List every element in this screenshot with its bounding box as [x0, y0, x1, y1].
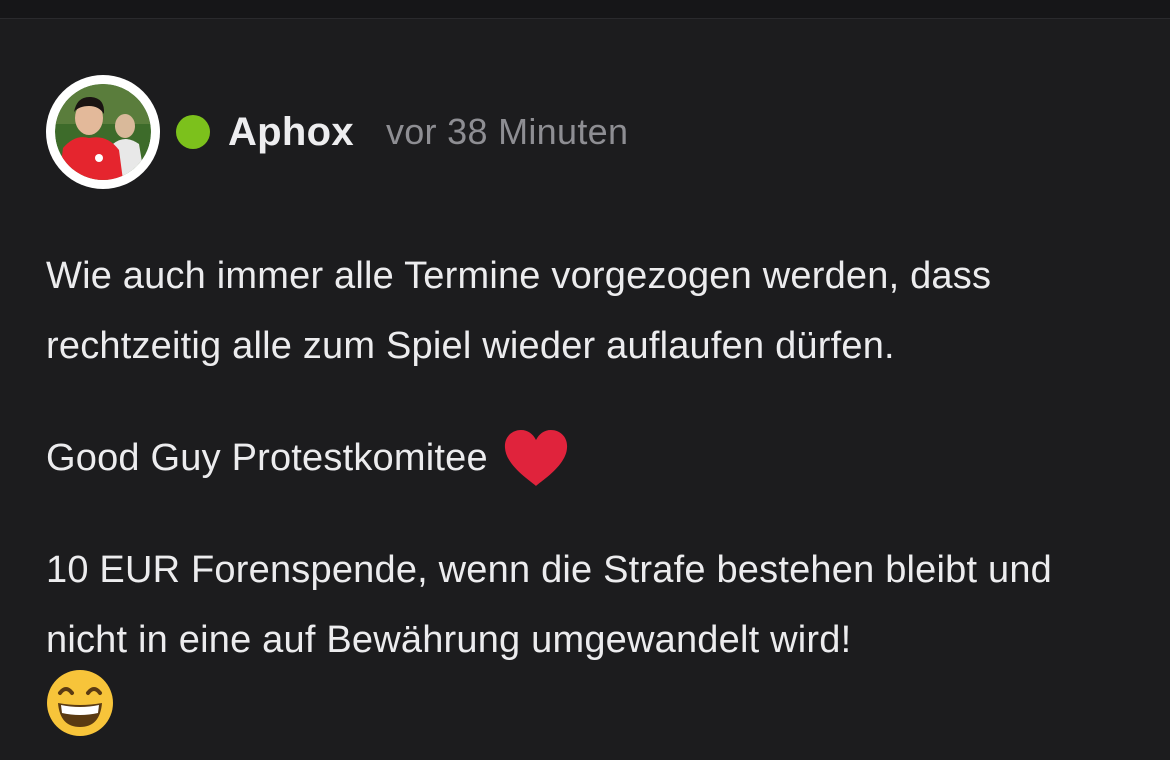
avatar-image — [55, 84, 151, 180]
post-body: Wie auch immer alle Termine vorgezogen w… — [46, 241, 1136, 739]
avatar[interactable] — [46, 75, 160, 189]
post-header: Aphox vor 38 Minuten — [46, 75, 628, 189]
post-paragraph: 10 EUR Forenspende, wenn die Strafe best… — [46, 549, 1052, 661]
post-paragraph-line: Good Guy Protestkomitee — [46, 423, 1136, 493]
grinning-face-emoji-icon — [47, 670, 113, 736]
post-paragraph: Wie auch immer alle Termine vorgezogen w… — [46, 255, 992, 367]
online-status-indicator — [176, 115, 210, 149]
emoji-line — [46, 669, 1136, 739]
top-bar — [0, 0, 1170, 19]
heart-emoji-icon — [504, 430, 567, 486]
post-timestamp[interactable]: vor 38 Minuten — [386, 111, 628, 153]
forum-post: Aphox vor 38 Minuten Wie auch immer alle… — [0, 19, 1170, 736]
author-name[interactable]: Aphox — [228, 110, 354, 155]
post-paragraph: Good Guy Protestkomitee — [46, 437, 488, 479]
